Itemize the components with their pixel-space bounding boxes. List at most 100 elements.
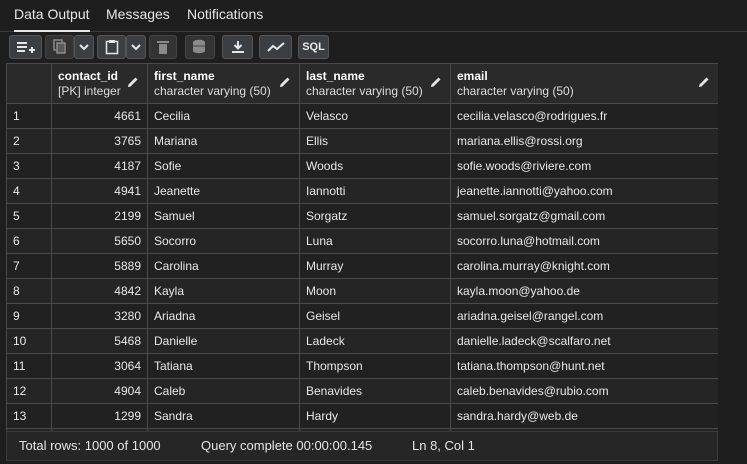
cell-first-name[interactable]: Samuel xyxy=(147,203,300,229)
chevron-down-icon xyxy=(131,44,141,51)
column-header-last-name[interactable]: last_name character varying (50) xyxy=(299,63,451,104)
cell-email[interactable]: danielle.ladeck@scalfaro.net xyxy=(450,328,718,354)
cell-contact-id[interactable]: 4941 xyxy=(51,178,148,204)
paste-button[interactable] xyxy=(97,35,126,59)
cell-email[interactable]: tatiana.thompson@hunt.net xyxy=(450,353,718,379)
cell-last-name[interactable]: Iannotti xyxy=(299,178,451,204)
cell-contact-id[interactable]: 4904 xyxy=(51,378,148,404)
row-number[interactable]: 12 xyxy=(6,378,52,404)
database-save-icon xyxy=(193,39,205,54)
cell-last-name[interactable]: Thompson xyxy=(299,353,451,379)
cell-first-name[interactable]: Carolina xyxy=(147,253,300,279)
cell-contact-id[interactable]: 5650 xyxy=(51,228,148,254)
cell-contact-id[interactable]: 5889 xyxy=(51,253,148,279)
save-data-button[interactable] xyxy=(185,35,215,59)
total-rows-text: Total rows: 1000 of 1000 xyxy=(19,438,161,453)
column-type: character varying (50) xyxy=(306,83,423,98)
row-number[interactable]: 10 xyxy=(6,328,52,354)
cell-last-name[interactable]: Ellis xyxy=(299,128,451,154)
row-number[interactable]: 6 xyxy=(6,228,52,254)
cell-contact-id[interactable]: 3064 xyxy=(51,353,148,379)
pencil-icon[interactable] xyxy=(430,76,442,88)
cell-first-name[interactable]: Cecilia xyxy=(147,103,300,129)
copy-button[interactable] xyxy=(45,35,74,59)
sql-button[interactable]: SQL xyxy=(298,35,329,59)
cell-email[interactable]: samuel.sorgatz@gmail.com xyxy=(450,203,718,229)
table-row: 9 3280 Ariadna Geisel ariadna.geisel@rangel.… xyxy=(6,303,718,329)
table-row: 7 5889 Carolina Murray carolina.murray@knigh… xyxy=(6,253,718,279)
row-number[interactable]: 9 xyxy=(6,303,52,329)
graph-visualiser-button[interactable] xyxy=(259,35,292,59)
cell-contact-id[interactable]: 5468 xyxy=(51,328,148,354)
cell-email[interactable]: caleb.benavides@rubio.com xyxy=(450,378,718,404)
cell-first-name[interactable]: Caleb xyxy=(147,378,300,404)
column-header-email[interactable]: email character varying (50) xyxy=(450,63,718,104)
cell-last-name[interactable]: Benavides xyxy=(299,378,451,404)
clipboard-icon xyxy=(105,40,118,55)
cell-first-name[interactable]: Danielle xyxy=(147,328,300,354)
cell-contact-id[interactable]: 3280 xyxy=(51,303,148,329)
row-number[interactable]: 7 xyxy=(6,253,52,279)
vertical-scrollbar[interactable] xyxy=(718,63,747,431)
delete-button[interactable] xyxy=(149,35,177,59)
add-row-button[interactable] xyxy=(9,35,42,59)
cell-email[interactable]: mariana.ellis@rossi.org xyxy=(450,128,718,154)
cell-email[interactable]: ariadna.geisel@rangel.com xyxy=(450,303,718,329)
row-number[interactable]: 13 xyxy=(6,403,52,429)
cell-contact-id[interactable]: 4661 xyxy=(51,103,148,129)
column-header-first-name[interactable]: first_name character varying (50) xyxy=(147,63,300,104)
cell-contact-id[interactable]: 4187 xyxy=(51,153,148,179)
cell-contact-id[interactable]: 1299 xyxy=(51,403,148,429)
row-number[interactable]: 1 xyxy=(6,103,52,129)
cell-first-name[interactable]: Kayla xyxy=(147,278,300,304)
copy-options-dropdown[interactable] xyxy=(74,35,94,59)
row-number[interactable]: 11 xyxy=(6,353,52,379)
cell-email[interactable]: sofie.woods@riviere.com xyxy=(450,153,718,179)
cell-first-name[interactable]: Sandra xyxy=(147,403,300,429)
cell-email[interactable]: kayla.moon@yahoo.de xyxy=(450,278,718,304)
cell-first-name[interactable]: Tatiana xyxy=(147,353,300,379)
cell-first-name[interactable]: Jeanette xyxy=(147,178,300,204)
cell-first-name[interactable]: Socorro xyxy=(147,228,300,254)
cell-last-name[interactable]: Hardy xyxy=(299,403,451,429)
cell-email[interactable]: sandra.hardy@web.de xyxy=(450,403,718,429)
pencil-icon[interactable] xyxy=(127,76,139,88)
cell-first-name[interactable]: Mariana xyxy=(147,128,300,154)
paste-options-dropdown[interactable] xyxy=(126,35,146,59)
cell-email[interactable]: carolina.murray@knight.com xyxy=(450,253,718,279)
cell-first-name[interactable]: Ariadna xyxy=(147,303,300,329)
download-icon xyxy=(231,41,244,53)
row-number[interactable]: 5 xyxy=(6,203,52,229)
pencil-icon[interactable] xyxy=(279,76,291,88)
cell-email[interactable]: socorro.luna@hotmail.com xyxy=(450,228,718,254)
cell-contact-id[interactable]: 4842 xyxy=(51,278,148,304)
cell-first-name[interactable]: Sofie xyxy=(147,153,300,179)
table-body: 1 4661 Cecilia Velasco cecilia.velasco@rodri… xyxy=(6,103,718,431)
table-row: 6 5650 Socorro Luna socorro.luna@hotmail.com xyxy=(6,228,718,254)
row-number-header[interactable] xyxy=(6,63,52,104)
cell-email[interactable]: jeanette.iannotti@yahoo.com xyxy=(450,178,718,204)
cell-last-name[interactable]: Woods xyxy=(299,153,451,179)
pencil-icon[interactable] xyxy=(698,76,710,88)
cell-last-name[interactable]: Moon xyxy=(299,278,451,304)
tab-data-output[interactable]: Data Output xyxy=(14,0,90,32)
cell-contact-id[interactable]: 2199 xyxy=(51,203,148,229)
row-number[interactable]: 2 xyxy=(6,128,52,154)
row-number[interactable]: 3 xyxy=(6,153,52,179)
row-number[interactable]: 8 xyxy=(6,278,52,304)
cell-last-name[interactable]: Luna xyxy=(299,228,451,254)
cell-last-name[interactable]: Ladeck xyxy=(299,328,451,354)
cell-last-name[interactable]: Velasco xyxy=(299,103,451,129)
tab-notifications[interactable]: Notifications xyxy=(187,0,263,30)
cell-email[interactable]: cecilia.velasco@rodrigues.fr xyxy=(450,103,718,129)
column-header-contact-id[interactable]: contact_id [PK] integer xyxy=(51,63,148,104)
cell-last-name[interactable]: Geisel xyxy=(299,303,451,329)
row-number[interactable]: 4 xyxy=(6,178,52,204)
cell-contact-id[interactable]: 3765 xyxy=(51,128,148,154)
copy-icon xyxy=(52,39,66,54)
tab-messages[interactable]: Messages xyxy=(106,0,170,30)
cell-last-name[interactable]: Sorgatz xyxy=(299,203,451,229)
download-button[interactable] xyxy=(222,35,253,59)
cell-last-name[interactable]: Murray xyxy=(299,253,451,279)
column-name: last_name xyxy=(306,68,365,83)
